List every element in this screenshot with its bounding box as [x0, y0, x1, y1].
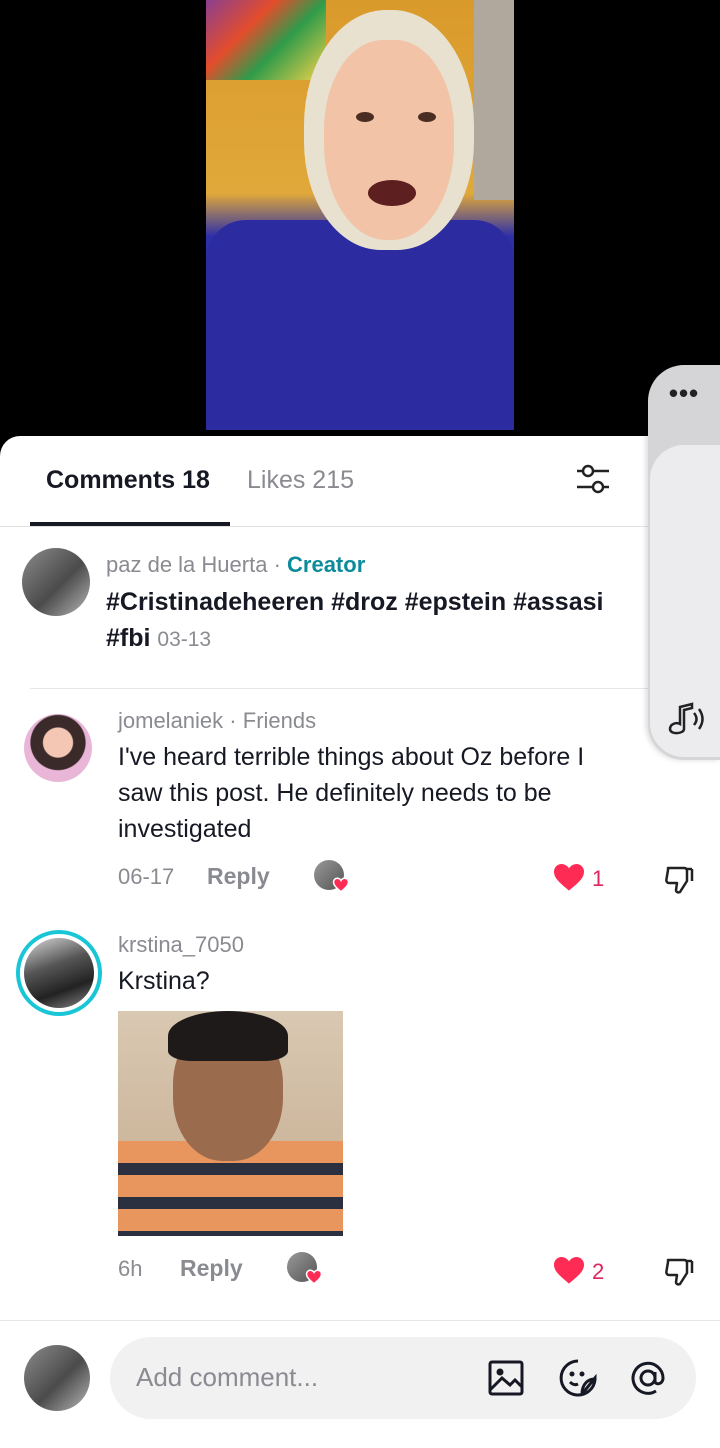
comment-composer: Add comment... — [0, 1320, 720, 1448]
comment-text: #Cristinadeheeren #droz #epstein #assasi… — [106, 584, 603, 658]
timestamp: 06-17 — [118, 864, 175, 889]
image-icon[interactable] — [486, 1358, 526, 1398]
heart-icon — [332, 877, 350, 893]
comment-text-line: investigated — [118, 815, 252, 843]
comment-input-placeholder: Add comment... — [136, 1362, 319, 1392]
username[interactable]: paz de la Huerta — [106, 552, 267, 577]
comment-author[interactable]: paz de la Huerta · Creator — [106, 552, 365, 578]
comment-text-line: I've heard terrible things about Oz befo… — [118, 743, 585, 771]
filter-icon[interactable] — [572, 458, 614, 500]
dislike-icon[interactable] — [662, 862, 696, 896]
hashtag[interactable]: #fbi — [106, 624, 150, 652]
sticker-icon[interactable] — [558, 1358, 598, 1398]
comment-author[interactable]: jomelaniek · Friends — [118, 708, 316, 734]
comment-text-line: saw this post. He definitely needs to be — [118, 779, 552, 807]
video-painting — [206, 0, 326, 80]
floating-side-panel[interactable]: ••• — [648, 365, 720, 760]
creator-badge: Creator — [287, 552, 366, 577]
separator: · — [273, 552, 281, 577]
mention-icon[interactable] — [628, 1358, 668, 1398]
video-person-eye — [356, 112, 374, 122]
timestamp: 6h — [118, 1256, 143, 1281]
comment-input[interactable]: Add comment... — [110, 1337, 696, 1419]
my-avatar[interactable] — [24, 1345, 90, 1411]
creator-liked-avatar — [287, 1252, 323, 1285]
active-tab-indicator — [30, 522, 230, 526]
like-count: 1 — [592, 866, 605, 891]
gif-hair — [168, 1011, 288, 1061]
sound-icon[interactable] — [662, 695, 710, 743]
heart-icon[interactable] — [552, 1255, 586, 1285]
heart-icon — [305, 1269, 323, 1285]
video-person-mouth — [368, 180, 416, 206]
friends-badge: Friends — [242, 708, 317, 733]
dislike-icon[interactable] — [662, 1254, 696, 1288]
comment-text-line: #fbi 03-13 — [106, 620, 603, 658]
avatar[interactable] — [24, 938, 94, 1008]
timestamp: 03-13 — [157, 628, 212, 651]
more-icon[interactable]: ••• — [648, 380, 720, 406]
separator: · — [229, 708, 237, 733]
avatar[interactable] — [24, 714, 92, 782]
avatar[interactable] — [22, 548, 90, 616]
reply-button[interactable]: Reply — [180, 1255, 243, 1282]
comment-text: Krstina? — [118, 967, 210, 995]
heart-icon[interactable] — [552, 862, 586, 892]
comment-gif-image[interactable] — [118, 1011, 343, 1236]
video-wall — [474, 0, 514, 200]
creator-liked-avatar — [314, 860, 350, 893]
username[interactable]: krstina_7050 — [118, 932, 244, 958]
video-player[interactable] — [206, 0, 514, 430]
tab-comments[interactable]: Comments 18 — [46, 466, 210, 495]
comment-text: I've heard terrible things about Oz befo… — [118, 739, 584, 847]
like-count: 2 — [592, 1259, 605, 1284]
divider — [30, 688, 690, 689]
video-person-eye — [418, 112, 436, 122]
video-person-sweater — [206, 220, 514, 430]
tab-likes[interactable]: Likes 215 — [247, 466, 354, 495]
tab-bar: Comments 18 Likes 215 — [0, 436, 720, 527]
reply-button[interactable]: Reply — [207, 863, 270, 890]
comments-sheet: Comments 18 Likes 215 paz de la Huerta ·… — [0, 436, 720, 1448]
video-person-face — [324, 40, 454, 240]
comment-text-line[interactable]: #Cristinadeheeren #droz #epstein #assasi — [106, 584, 603, 620]
username[interactable]: jomelaniek — [118, 708, 223, 733]
